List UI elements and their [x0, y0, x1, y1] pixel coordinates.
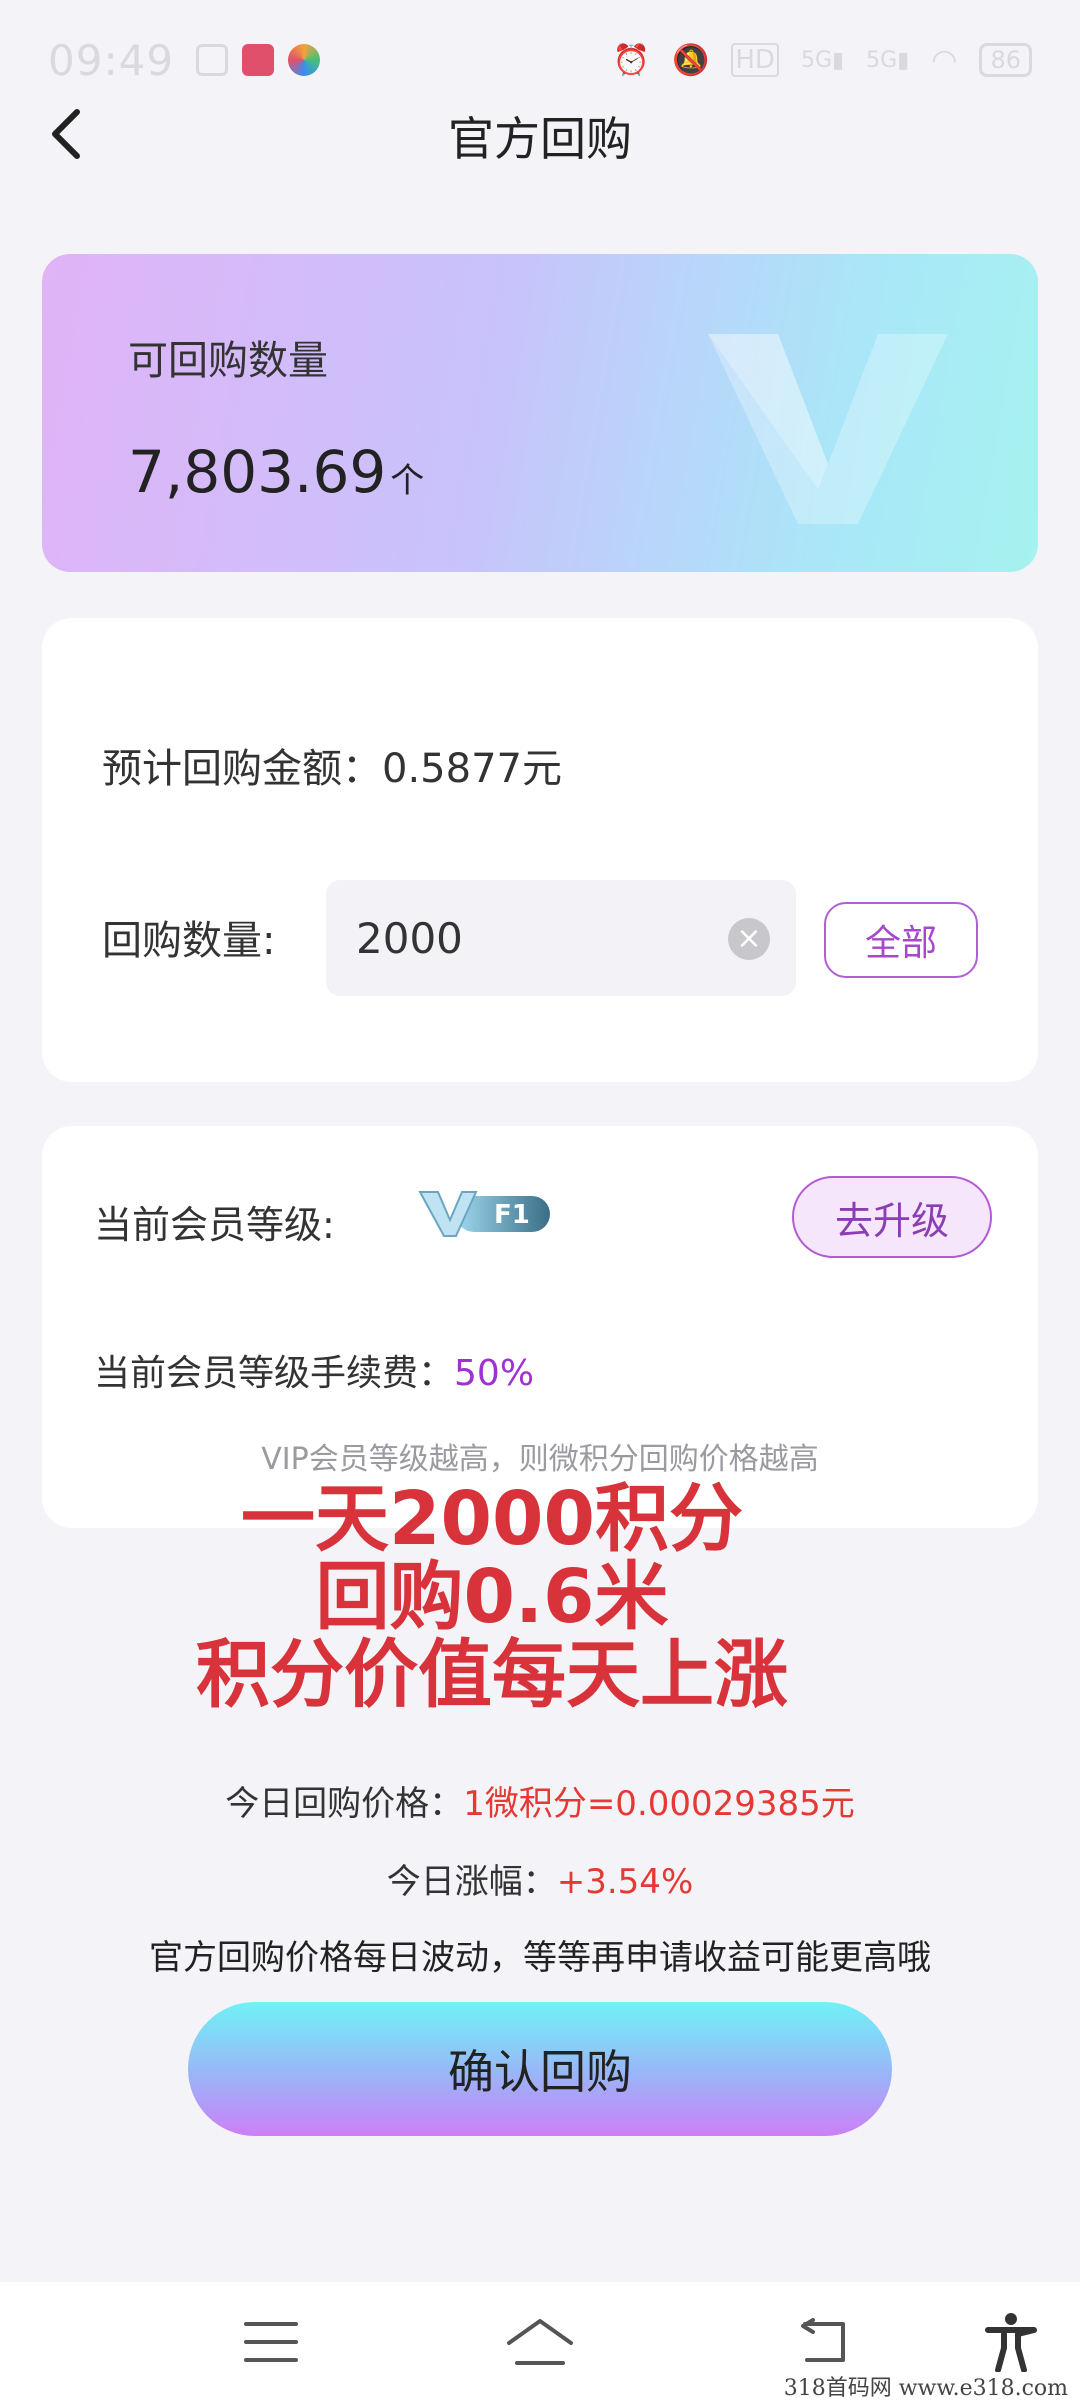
- membership-card: 当前会员等级: F1 去升级 当前会员等级手续费：50% VIP会员等级越高，则…: [42, 1126, 1038, 1528]
- fee-value: 50%: [454, 1353, 535, 1394]
- status-time: 09:49: [48, 35, 175, 85]
- notification-icons: [196, 44, 321, 76]
- vip-hint: VIP会员等级越高，则微积分回购价格越高: [261, 1442, 819, 1477]
- page-title: 官方回购: [448, 112, 632, 166]
- available-value: 7,803.69: [128, 438, 387, 506]
- menu-icon[interactable]: [236, 2312, 306, 2372]
- today-price-label: 今日回购价格：: [225, 1784, 464, 1824]
- estimate-label: 预计回购金额：: [102, 746, 382, 792]
- overlay-line-2: 回购0.6米: [315, 1554, 669, 1640]
- clear-icon[interactable]: ×: [728, 918, 770, 960]
- wifi-icon: ◠: [931, 42, 958, 78]
- buyback-available-banner: 可回购数量 7,803.69 个: [42, 254, 1038, 572]
- badge-text: F1: [494, 1200, 530, 1230]
- system-nav-bar: 318首码网 www.e318.com: [0, 2282, 1080, 2408]
- watermark-text: 318首码网 www.e318.com: [783, 2376, 1068, 2401]
- upgrade-button[interactable]: 去升级: [792, 1176, 992, 1258]
- overlay-promo-text: 一天2000积分 回购0.6米 积分价值每天上涨: [0, 1480, 1080, 1714]
- available-value-row: 7,803.69 个: [128, 438, 424, 506]
- confirm-buyback-button[interactable]: 确认回购: [188, 2002, 892, 2136]
- overlay-line-3: 积分价值每天上涨: [196, 1632, 788, 1718]
- mute-icon: 🔕: [672, 42, 710, 78]
- available-unit: 个: [390, 461, 425, 501]
- quantity-input[interactable]: 2000 ×: [326, 880, 796, 996]
- quantity-value: 2000: [356, 913, 463, 963]
- signal-icon-2: 5G▮: [866, 47, 910, 73]
- back-nav-icon[interactable]: [787, 2312, 857, 2372]
- estimate-row: 预计回购金额：0.5877元: [102, 736, 562, 794]
- today-price-value: 1微积分=0.00029385元: [463, 1784, 855, 1824]
- today-change-row: 今日涨幅：+3.54%: [0, 1854, 1080, 1903]
- today-price-row: 今日回购价格：1微积分=0.00029385元: [0, 1776, 1080, 1825]
- app-icon: [242, 44, 275, 76]
- overlay-line-1: 一天2000积分: [241, 1476, 743, 1562]
- nav-bar: 官方回购: [0, 96, 1080, 176]
- signal-icon: 5G▮: [800, 47, 845, 73]
- hd-icon: HD: [731, 43, 779, 77]
- quantity-label: 回购数量:: [102, 918, 276, 964]
- chevron-left-icon: [52, 109, 80, 159]
- fee-row: 当前会员等级手续费：50%: [94, 1344, 534, 1396]
- today-change-value: +3.54%: [556, 1862, 694, 1902]
- buyback-form-card: 预计回购金额：0.5877元 回购数量: 2000 × 全部: [42, 618, 1038, 1082]
- today-change-label: 今日涨幅：: [386, 1862, 557, 1902]
- back-button[interactable]: [36, 104, 96, 164]
- price-notice: 官方回购价格每日波动，等等再申请收益可能更高哦: [149, 1938, 931, 1978]
- select-all-button[interactable]: 全部: [824, 902, 978, 978]
- alarm-icon: ⏰: [612, 42, 651, 78]
- browser-icon: [288, 44, 321, 76]
- member-level-badge: F1: [418, 1191, 550, 1237]
- message-icon: [196, 44, 229, 76]
- member-level-label: 当前会员等级:: [94, 1203, 335, 1247]
- v-logo-icon: [708, 334, 948, 524]
- estimate-value: 0.5877元: [382, 746, 562, 792]
- battery-icon: 86: [979, 43, 1032, 77]
- home-icon[interactable]: [505, 2312, 575, 2372]
- fee-label: 当前会员等级手续费：: [94, 1353, 455, 1394]
- accessibility-icon[interactable]: [976, 2312, 1046, 2372]
- available-label: 可回购数量: [128, 338, 328, 384]
